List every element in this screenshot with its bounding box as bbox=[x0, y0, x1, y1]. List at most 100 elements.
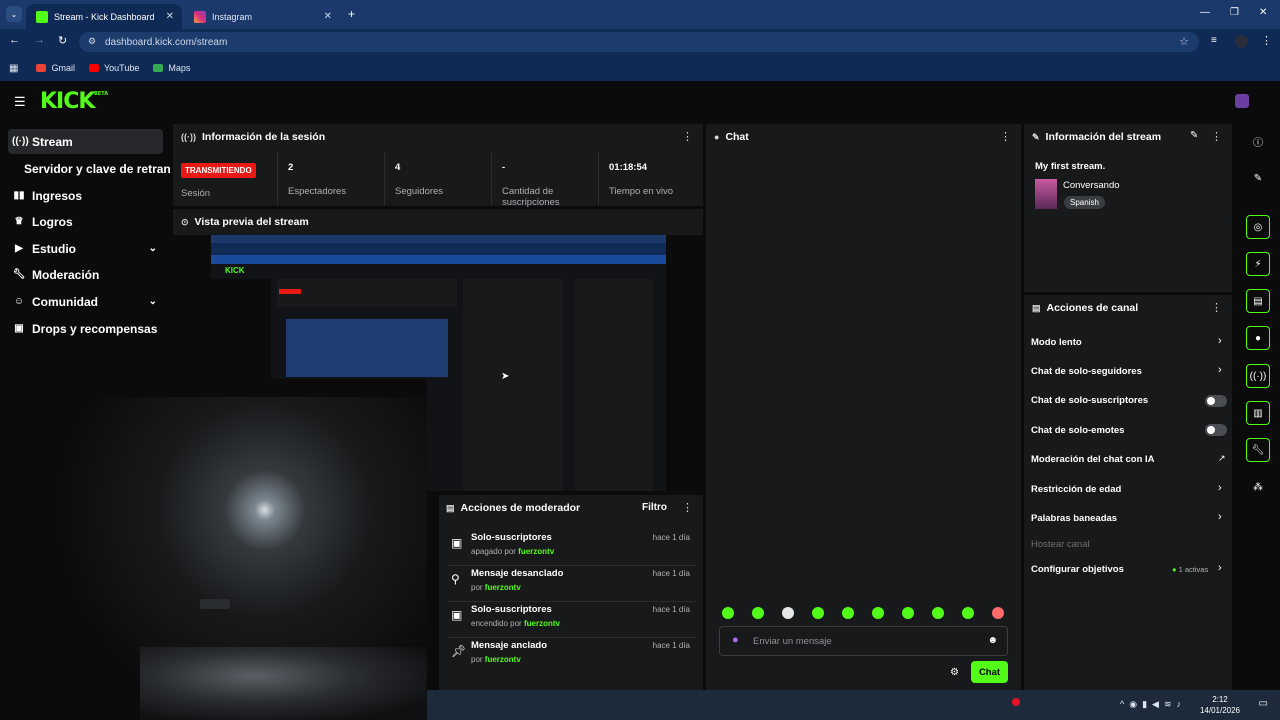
chevron-right-icon[interactable]: › bbox=[1218, 511, 1222, 523]
mod-action-row: ▣ Solo-suscriptores apagado por fuerzontv h… bbox=[448, 530, 696, 566]
clip-icon[interactable]: ◎ bbox=[1246, 215, 1270, 239]
channel-actions-kebab-icon[interactable]: ⋮ bbox=[1211, 301, 1222, 314]
tray-icons[interactable]: ^◉▮◀≋♪ bbox=[1120, 699, 1186, 710]
wrench-icon[interactable]: 🔧︎ bbox=[1246, 438, 1270, 462]
mod-action-prefix: por bbox=[471, 655, 483, 664]
emote-icon[interactable] bbox=[812, 607, 824, 619]
close-window-icon[interactable]: ✕ bbox=[1259, 7, 1267, 18]
tab-instagram[interactable]: Instagram ✕ bbox=[184, 4, 340, 29]
sidebar-item-comunidad[interactable]: ☺ Comunidad ⌄ bbox=[8, 289, 163, 314]
back-icon[interactable]: ← bbox=[9, 34, 20, 46]
tab-title: Instagram bbox=[212, 11, 253, 22]
info-icon[interactable]: ⓘ bbox=[1246, 129, 1270, 153]
emote-icon[interactable] bbox=[902, 607, 914, 619]
sidebar-item-ingresos[interactable]: ▮▮ Ingresos bbox=[8, 183, 163, 208]
new-tab-icon[interactable]: + bbox=[348, 7, 355, 21]
document-icon[interactable]: ▤ bbox=[1246, 289, 1270, 313]
close-tab-icon[interactable]: ✕ bbox=[166, 11, 174, 22]
bookmark-maps[interactable]: Maps bbox=[153, 63, 190, 73]
chat-send-button[interactable]: Chat bbox=[971, 661, 1008, 683]
sidebar-item-estudio[interactable]: ▶ Estudio ⌄ bbox=[8, 236, 163, 261]
emote-icon[interactable] bbox=[992, 607, 1004, 619]
mod-action-user[interactable]: fuerzontv bbox=[524, 619, 560, 628]
community-icon[interactable]: ⁂ bbox=[1246, 475, 1270, 499]
sidebar-item-logros[interactable]: ♛ Logros bbox=[8, 209, 163, 234]
unpin-icon: ⚲ bbox=[451, 572, 460, 586]
broadcast-icon[interactable]: ((·)) bbox=[1246, 364, 1270, 388]
microphone-icon[interactable]: ● bbox=[732, 634, 739, 646]
emoji-icon[interactable]: ☻ bbox=[987, 635, 998, 646]
site-info-icon[interactable]: ⚙ bbox=[88, 36, 96, 47]
filter-button[interactable]: Filtro bbox=[642, 502, 667, 513]
action-age-restriction[interactable]: Restricción de edad bbox=[1031, 484, 1121, 495]
mod-action-user[interactable]: fuerzontv bbox=[485, 583, 521, 592]
chevron-right-icon[interactable]: › bbox=[1218, 335, 1222, 347]
forward-icon[interactable]: → bbox=[34, 34, 45, 46]
mod-action-user[interactable]: fuerzontv bbox=[485, 655, 521, 664]
emotes-only-toggle[interactable] bbox=[1205, 424, 1227, 436]
notification-center-icon[interactable]: ▭ bbox=[1259, 698, 1268, 709]
sidebar-item-stream[interactable]: ((·)) Stream bbox=[8, 129, 163, 154]
kick-logo[interactable]: KICK BETA bbox=[40, 89, 108, 114]
user-avatar[interactable] bbox=[1235, 94, 1249, 108]
chat-settings-gear-icon[interactable]: ⚙ bbox=[950, 667, 959, 678]
restore-icon[interactable]: ❐ bbox=[1230, 7, 1239, 18]
lightning-icon[interactable]: ⚡︎ bbox=[1246, 252, 1270, 276]
edit-pencil-icon[interactable]: ✎ bbox=[1190, 130, 1198, 141]
external-link-icon[interactable]: ↗ bbox=[1218, 453, 1226, 464]
apps-grid-icon[interactable]: ▦ bbox=[9, 63, 18, 74]
sidebar-item-moderacion[interactable]: 🔧︎ Moderación bbox=[8, 262, 163, 287]
tab-kick-dashboard[interactable]: Stream - Kick Dashboard ✕ bbox=[26, 4, 182, 29]
edit-icon[interactable]: ✎ bbox=[1246, 166, 1270, 190]
preview-logo: KICK bbox=[225, 266, 245, 275]
chat-message-input[interactable]: ● Enviar un mensaje ☻ bbox=[719, 626, 1008, 656]
chevron-right-icon[interactable]: › bbox=[1218, 482, 1222, 494]
chevron-right-icon[interactable]: › bbox=[1218, 364, 1222, 376]
taskbar-clock[interactable]: 2:12 14/01/2026 bbox=[1200, 694, 1240, 716]
bar-chart-icon: ▮▮ bbox=[13, 190, 25, 201]
profile-avatar[interactable] bbox=[1235, 35, 1248, 48]
address-bar[interactable]: ⚙ dashboard.kick.com/stream ☆ bbox=[79, 32, 1199, 52]
chat-icon[interactable]: ● bbox=[1246, 326, 1270, 350]
emote-icon[interactable] bbox=[932, 607, 944, 619]
emote-icon[interactable] bbox=[752, 607, 764, 619]
sidebar-item-server-key[interactable]: Servidor y clave de retransm bbox=[24, 156, 170, 181]
bookmark-youtube[interactable]: YouTube bbox=[88, 63, 139, 73]
mod-actions-kebab-icon[interactable]: ⋮ bbox=[682, 501, 693, 514]
chevron-right-icon[interactable]: › bbox=[1218, 562, 1222, 574]
emote-icon[interactable] bbox=[782, 607, 794, 619]
active-dot-icon: ● bbox=[1172, 565, 1177, 574]
category-thumbnail[interactable] bbox=[1035, 179, 1057, 209]
stream-category[interactable]: Conversando bbox=[1063, 180, 1120, 191]
emote-icon[interactable] bbox=[872, 607, 884, 619]
subscribers-only-toggle[interactable] bbox=[1205, 395, 1227, 407]
chat-kebab-icon[interactable]: ⋮ bbox=[1000, 130, 1011, 143]
preview-chat bbox=[463, 279, 563, 491]
hamburger-menu-icon[interactable]: ☰ bbox=[14, 94, 26, 110]
action-ai-moderation[interactable]: Moderación del chat con IA bbox=[1031, 454, 1155, 465]
bookmark-star-icon[interactable]: ☆ bbox=[1179, 35, 1189, 48]
mod-action-subtitle: por fuerzontv bbox=[471, 583, 521, 592]
sidebar-item-label: Stream bbox=[32, 134, 73, 149]
menu-kebab-icon[interactable]: ⋮ bbox=[1261, 34, 1272, 47]
sidebar-item-label: Logros bbox=[32, 214, 73, 229]
close-tab-icon[interactable]: ✕ bbox=[324, 11, 332, 22]
action-host-channel: Hostear canal bbox=[1031, 539, 1090, 550]
stream-info-kebab-icon[interactable]: ⋮ bbox=[1211, 130, 1222, 143]
action-goals[interactable]: Configurar objetivos bbox=[1031, 564, 1124, 575]
emote-icon[interactable] bbox=[842, 607, 854, 619]
emote-icon[interactable] bbox=[722, 607, 734, 619]
sidebar-item-drops[interactable]: ▣ Drops y recompensas bbox=[8, 316, 163, 341]
tab-search-icon[interactable]: ⌄ bbox=[6, 6, 22, 22]
mod-action-user[interactable]: fuerzontv bbox=[518, 547, 554, 556]
action-followers-only[interactable]: Chat de solo-seguidores bbox=[1031, 366, 1142, 377]
action-slow-mode[interactable]: Modo lento bbox=[1031, 337, 1082, 348]
reload-icon[interactable]: ↻ bbox=[58, 34, 67, 47]
media-icon[interactable]: ≡ bbox=[1211, 35, 1217, 46]
session-kebab-icon[interactable]: ⋮ bbox=[682, 130, 693, 143]
action-banned-words[interactable]: Palabras baneadas bbox=[1031, 513, 1117, 524]
emote-icon[interactable] bbox=[962, 607, 974, 619]
minimize-icon[interactable]: — bbox=[1200, 7, 1210, 18]
bookmark-gmail[interactable]: Gmail bbox=[36, 63, 75, 73]
layout-icon[interactable]: ▥ bbox=[1246, 401, 1270, 425]
